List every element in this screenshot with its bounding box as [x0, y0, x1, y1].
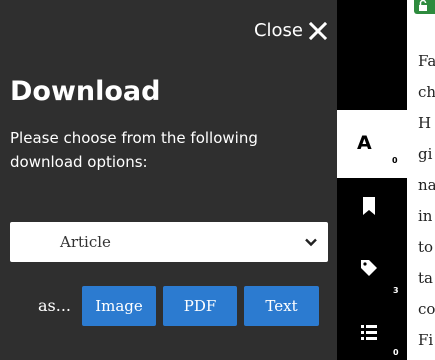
article-line: ta	[418, 269, 433, 287]
download-image-button[interactable]: Image	[82, 286, 156, 326]
article-line: co	[418, 300, 435, 318]
outline-list-button[interactable]: 0	[337, 322, 407, 360]
format-select-value: Article	[60, 233, 111, 251]
panel-title: Download	[10, 76, 161, 107]
article-text-column: Fa ch H gi na in to ta co Fi	[407, 0, 435, 360]
download-instructions: Please choose from the following downloa…	[10, 129, 258, 171]
as-label: as...	[38, 296, 72, 315]
download-panel: Close Download Please choose from the fo…	[0, 0, 337, 360]
chevron-down-icon	[304, 235, 318, 249]
article-line: H	[418, 114, 432, 132]
close-label: Close	[253, 20, 303, 41]
article-line: ch	[418, 83, 435, 101]
article-line: in	[418, 207, 433, 225]
side-toolbar: A 0 3 0	[337, 0, 407, 360]
contents-tab-glyph: A	[357, 132, 372, 154]
download-pdf-button[interactable]: PDF	[163, 286, 237, 326]
download-text-button[interactable]: Text	[244, 286, 319, 326]
close-icon	[309, 21, 327, 40]
article-line: to	[418, 238, 434, 256]
article-line: Fi	[418, 331, 434, 349]
article-line: gi	[418, 145, 433, 163]
bookmark-button[interactable]	[337, 196, 407, 248]
access-badge	[414, 0, 435, 14]
download-format-select[interactable]: Article	[10, 222, 328, 262]
article-line: Fa	[418, 52, 435, 70]
close-button[interactable]: Close	[254, 20, 327, 41]
tab-article-contents[interactable]: A 0	[337, 110, 407, 178]
article-line: na	[418, 176, 435, 194]
contents-tab-count: 0	[392, 156, 398, 165]
tags-count: 3	[393, 286, 399, 295]
tags-button[interactable]: 3	[337, 258, 407, 310]
list-count: 0	[393, 348, 399, 357]
